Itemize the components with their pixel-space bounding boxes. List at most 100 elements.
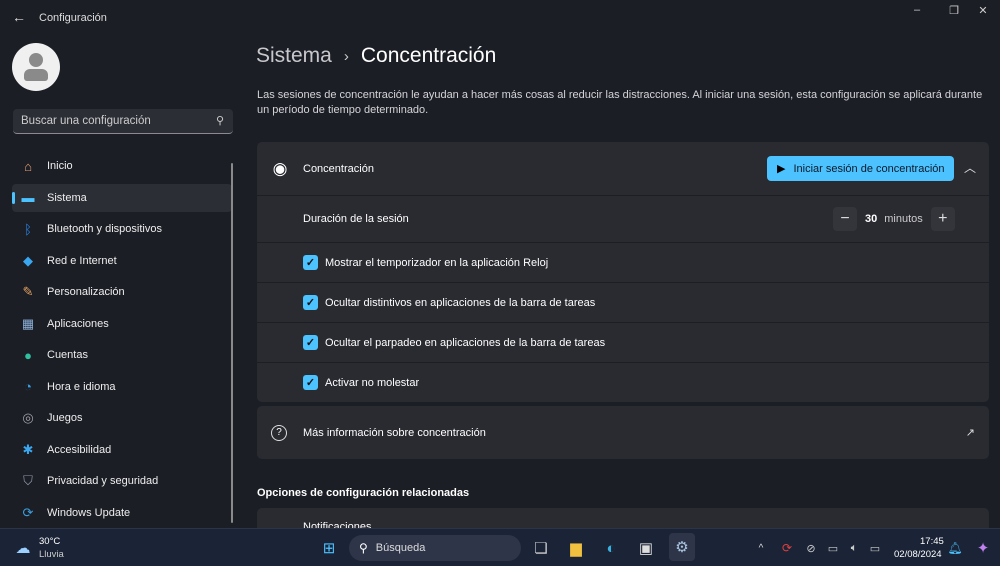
more-info-label: Más información sobre concentración [303,426,486,439]
clock-globe-icon: ◔ [24,379,32,394]
focus-option-row: ✓ Mostrar el temporizador en la aplicació… [257,242,989,282]
clock-date[interactable]: 02/08/2024 [894,549,942,560]
search-icon: ⚲ [215,115,224,127]
apps-icon: ▦ [21,315,35,331]
focus-icon: ◉ [272,158,288,178]
sidebar-item-label: Accesibilidad [47,443,112,456]
focus-option-row: ✓ Ocultar distintivos en aplicaciones de … [257,282,989,322]
sidebar-item-label: Sistema [47,191,87,204]
file-explorer-icon[interactable]: ▆ [565,537,587,559]
page-title: Concentración [360,44,497,67]
duration-value: 30 [865,213,878,225]
page-description: Las sesiones de concentración le ayudan … [257,89,983,116]
brush-icon: ✎ [22,284,34,299]
volume-icon[interactable]: 🔈︎ [843,537,865,559]
more-info-link[interactable]: ? Más información sobre concentración ↗ [257,406,989,459]
edge-icon[interactable]: ◐ [600,537,622,559]
option-label: Mostrar el temporizador en la aplicación… [325,256,549,269]
sidebar-item-privacidad-y-seguridad[interactable]: ⛉ Privacidad y seguridad [12,467,232,495]
sidebar-item-cuentas[interactable]: ● Cuentas [12,341,232,369]
sidebar-nav: ⌂ Inicio ▬ Sistema ᛒ Bluetooth y dispositivos… [12,152,232,530]
checkbox[interactable]: ✓ [303,255,318,270]
breadcrumb-separator: › [343,47,349,65]
gamepad-icon: ◎ [22,410,34,425]
sidebar-item-red-e-internet[interactable]: ◆ Red e Internet [12,247,232,275]
weather-icon[interactable]: ☁ [12,537,34,559]
option-label: Ocultar distintivos en aplicaciones de l… [325,296,596,309]
sidebar-scrollbar[interactable] [231,163,233,523]
shield-icon: ⛉ [23,473,33,488]
duration-label: Duración de la sesión [303,213,409,225]
avatar[interactable] [12,43,60,91]
system-icon: ▬ [21,190,35,205]
clock-time[interactable]: 17:45 [920,536,944,547]
search-input[interactable]: Buscar una configuración ⚲ [13,109,233,134]
task-view-icon[interactable]: ❏ [530,537,552,559]
settings-app-icon[interactable]: ⚙ [669,533,695,561]
decrease-duration-button[interactable]: − [833,207,857,231]
focus-card: ◉ Concentración ▶ Iniciar sesión de conc… [257,142,989,402]
start-focus-label: Iniciar sesión de concentración [793,162,945,175]
breadcrumb: Sistema › Concentración [256,44,496,68]
sidebar-item-sistema[interactable]: ▬ Sistema [12,183,232,212]
taskbar-search-label: Búsqueda [375,542,426,554]
network-off-icon[interactable]: ⊘ [800,537,822,559]
taskbar-search[interactable]: ⚲ Búsqueda [349,535,521,561]
back-button[interactable]: ← [12,9,26,25]
sidebar-item-bluetooth-y-dispositivos[interactable]: ᛒ Bluetooth y dispositivos [12,215,232,243]
update-icon: ⟳ [22,504,34,520]
duration-row: Duración de la sesión − 30 minutos + [257,195,989,242]
sidebar-item-label: Inicio [47,160,73,172]
related-title: Opciones de configuración relacionadas [257,487,470,499]
account-icon: ● [24,347,32,363]
sidebar-item-label: Personalización [47,286,125,298]
weather-temp: 30°C [39,536,61,547]
minimize-button[interactable]: – [902,4,932,16]
display-icon[interactable]: ▭ [822,537,844,559]
windows-start-icon[interactable]: ⊞ [318,537,340,559]
duration-unit: minutos [884,213,923,225]
app-title: Configuración [39,12,107,24]
checkbox[interactable]: ✓ [303,295,318,310]
sidebar-item-juegos[interactable]: ◎ Juegos [12,404,232,432]
sidebar-item-label: Cuentas [47,349,88,361]
start-focus-button[interactable]: ▶ Iniciar sesión de concentración [767,156,954,181]
accessibility-icon: ✱ [22,441,34,457]
wifi-icon: ◆ [23,252,33,268]
focus-title: Concentración [303,162,374,175]
sidebar-item-label: Aplicaciones [47,317,109,330]
option-label: Activar no molestar [325,376,420,389]
taskbar: ☁ 30°C Lluvia ⊞ ⚲ Búsqueda ❏ ▆ ◐ ▣ ⚙ ^ ⟳… [0,528,1000,566]
sidebar-item-label: Bluetooth y dispositivos [47,223,162,235]
bluetooth-icon: ᛒ [24,221,32,237]
sidebar-item-label: Juegos [47,412,83,424]
sidebar-item-inicio[interactable]: ⌂ Inicio [12,152,232,180]
sidebar-item-accesibilidad[interactable]: ✱ Accesibilidad [12,436,232,464]
sidebar-item-hora-e-idioma[interactable]: ◔ Hora e idioma [12,373,232,401]
title-bar: ← Configuración – ❐ ✕ [0,0,1000,36]
focus-option-row: ✓ Ocultar el parpadeo en aplicaciones de … [257,322,989,362]
checkbox[interactable]: ✓ [303,375,318,390]
sync-icon[interactable]: ⟳ [776,537,798,559]
option-label: Ocultar el parpadeo en aplicaciones de l… [325,336,606,349]
breadcrumb-parent[interactable]: Sistema [256,44,332,68]
maximize-button[interactable]: ❐ [939,4,969,17]
sidebar-item-label: Privacidad y seguridad [47,475,159,487]
checkbox[interactable]: ✓ [303,335,318,350]
focus-header[interactable]: ◉ Concentración ▶ Iniciar sesión de conc… [257,142,989,195]
notification-bell-icon[interactable]: 🔔︎ [944,537,966,559]
copilot-icon[interactable]: ✦ [972,537,994,559]
store-icon[interactable]: ▣ [635,537,657,559]
close-button[interactable]: ✕ [968,4,998,17]
sidebar-item-aplicaciones[interactable]: ▦ Aplicaciones [12,310,232,338]
sidebar-item-label: Windows Update [47,506,131,519]
sidebar-item-windows-update[interactable]: ⟳ Windows Update [12,499,232,527]
increase-duration-button[interactable]: + [930,207,955,231]
focus-option-row: ✓ Activar no molestar [257,362,989,402]
weather-desc: Lluvia [39,549,64,560]
sidebar-item-personalizaci-n[interactable]: ✎ Personalización [12,278,232,306]
chevron-up-icon[interactable]: ^ [750,537,772,559]
chevron-up-icon[interactable]: ︿ [964,159,976,176]
battery-icon[interactable]: ▭ [864,537,886,559]
sidebar-item-label: Red e Internet [47,254,117,267]
